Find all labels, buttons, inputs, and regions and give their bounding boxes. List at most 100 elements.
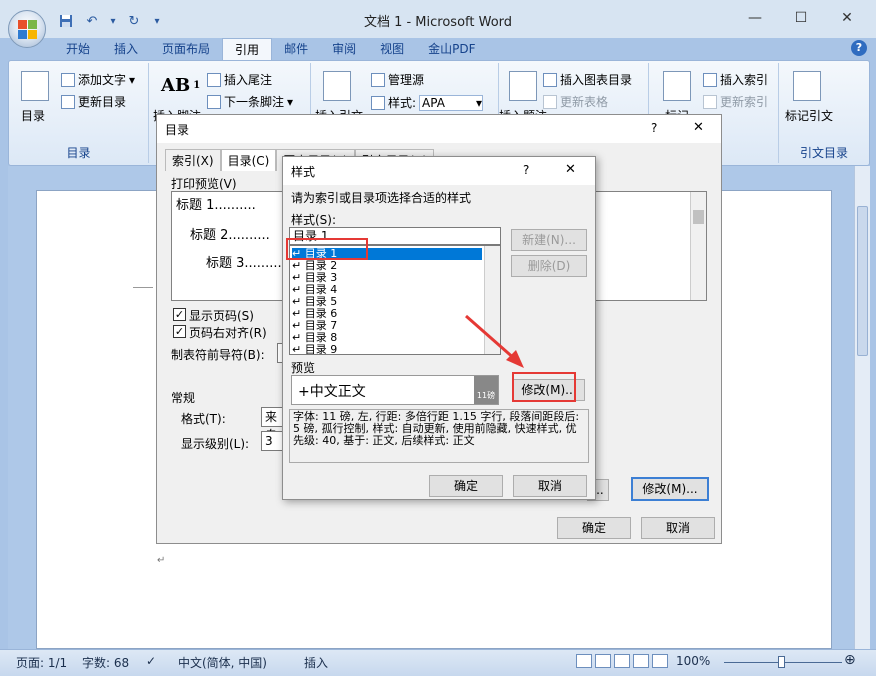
style-item-toc9[interactable]: ↵ 目录 9 [292, 344, 337, 355]
toc-ok-button[interactable]: 确定 [557, 517, 631, 539]
update-toc-icon [61, 94, 75, 109]
style-ok-button[interactable]: 确定 [429, 475, 503, 497]
tab-home[interactable]: 开始 [54, 38, 102, 60]
office-button[interactable] [8, 10, 46, 48]
word-count[interactable]: 字数: 68 [82, 654, 129, 671]
insert-endnote-button[interactable]: 插入尾注 [207, 71, 272, 88]
insert-mode[interactable]: 插入 [304, 654, 328, 671]
toc-icon [21, 71, 49, 101]
add-text-button[interactable]: 添加文字 ▾ [61, 71, 135, 88]
citation-toc-group: 标记引文 引文目录 [779, 63, 869, 163]
show-page-numbers-label: 显示页码(S) [189, 309, 254, 323]
watermark-url: jingyan.baidu.com [712, 630, 805, 641]
tab-toc[interactable]: 目录(C) [220, 149, 277, 171]
citation-style-selector: 样式: APA ▾ [371, 94, 484, 111]
style-dialog: 样式 ? ✕ 请为索引或目录项选择合适的样式 样式(S): 目录 1 ↵ 目录 … [282, 156, 596, 500]
language-indicator[interactable]: 中文(简体, 中国) [178, 654, 267, 671]
mark-citation-icon [793, 71, 821, 101]
highlight-selected-style [286, 238, 368, 260]
insert-index-button[interactable]: 插入索引 [703, 71, 768, 88]
style-help-button[interactable]: ? [523, 163, 529, 177]
update-index-button[interactable]: 更新索引 [703, 93, 768, 110]
next-footnote-button[interactable]: 下一条脚注 ▾ [207, 93, 293, 110]
status-bar: 页面: 1/1 字数: 68 ✓ 中文(简体, 中国) 插入 100% ⊕ [0, 649, 876, 676]
show-page-numbers-checkbox[interactable]: ✓ [173, 308, 186, 321]
tab-review[interactable]: 审阅 [320, 38, 368, 60]
tab-insert[interactable]: 插入 [102, 38, 150, 60]
style-icon [371, 95, 385, 110]
maximize-button[interactable]: ☐ [786, 8, 816, 28]
zoom-in-icon[interactable]: ⊕ [844, 652, 856, 668]
manage-sources-button[interactable]: 管理源 [371, 71, 424, 88]
mark-entry-icon [663, 71, 691, 101]
add-text-icon [61, 72, 75, 87]
style-preview-box: +中文正文 11磅 [291, 375, 499, 405]
tab-index[interactable]: 索引(X) [165, 149, 221, 171]
preview-scroll-thumb[interactable] [693, 210, 704, 224]
update-toc-button[interactable]: 更新目录 [61, 93, 126, 110]
style-preview-size: 11磅 [474, 376, 498, 404]
general-label: 常规 [171, 391, 196, 405]
tab-page-layout[interactable]: 页面布局 [150, 38, 222, 60]
style-instruction: 请为索引或目录项选择合适的样式 [291, 191, 472, 205]
footnote-icon: AB 1 [161, 75, 201, 96]
tab-view[interactable]: 视图 [368, 38, 416, 60]
next-footnote-icon [207, 94, 221, 109]
preview-heading-2: 标题 2.......... [190, 228, 270, 243]
update-table-icon [543, 94, 557, 109]
proofing-icon[interactable]: ✓ [146, 654, 156, 668]
page-count[interactable]: 页面: 1/1 [16, 654, 67, 671]
style-dialog-title: 样式 [291, 165, 316, 179]
minimize-button[interactable]: — [740, 8, 770, 28]
view-buttons [576, 654, 668, 668]
style-description: 字体: 11 磅, 左, 行距: 多倍行距 1.15 字行, 段落间距段后: 5… [289, 409, 589, 463]
show-levels-label: 显示级别(L): [181, 437, 250, 451]
style-cancel-button[interactable]: 取消 [513, 475, 587, 497]
tab-kingsoft-pdf[interactable]: 金山PDF [416, 38, 487, 60]
zoom-level[interactable]: 100% [676, 654, 710, 668]
right-align-checkbox[interactable]: ✓ [173, 325, 186, 338]
delete-style-button[interactable]: 删除(D) [511, 255, 587, 277]
styles-label: 样式(S): [291, 213, 337, 227]
insert-table-of-figures-button[interactable]: 插入图表目录 [543, 71, 632, 88]
toc-modify-button[interactable]: 修改(M)... [631, 477, 709, 501]
preview-heading-3: 标题 3.......... [206, 256, 286, 271]
preview-scrollbar[interactable] [690, 192, 706, 300]
print-layout-view-icon[interactable] [576, 654, 592, 668]
tab-mailings[interactable]: 邮件 [272, 38, 320, 60]
toc-dialog-title: 目录 [165, 123, 190, 137]
citation-style-dropdown[interactable]: APA ▾ [419, 94, 484, 111]
full-screen-view-icon[interactable] [595, 654, 611, 668]
new-style-button[interactable]: 新建(N)... [511, 229, 587, 251]
outline-view-icon[interactable] [633, 654, 649, 668]
zoom-slider-thumb[interactable] [778, 656, 785, 668]
mark-citation-button[interactable]: 标记引文 [785, 107, 833, 124]
print-preview-label: 打印预览(V) [171, 177, 237, 191]
toc-close-button[interactable]: ✕ [693, 120, 704, 135]
caption-icon [509, 71, 537, 101]
zoom-slider[interactable]: ⊕ [716, 652, 866, 670]
preview-heading-1: 标题 1.......... [176, 198, 256, 213]
office-logo-icon [18, 20, 38, 40]
close-button[interactable]: ✕ [832, 8, 862, 28]
endnote-icon [207, 72, 221, 87]
red-arrow-icon [465, 314, 524, 368]
formats-label: 格式(T): [181, 412, 226, 426]
toc-button[interactable]: 目录 [21, 107, 45, 124]
toc-help-button[interactable]: ? [651, 121, 657, 135]
ribbon-tabs: 开始 插入 页面布局 引用 邮件 审阅 视图 金山PDF [54, 38, 488, 60]
toc-group: 目录 添加文字 ▾ 更新目录 目录 [9, 63, 149, 163]
highlight-modify-button [512, 372, 576, 402]
web-layout-view-icon[interactable] [614, 654, 630, 668]
help-icon[interactable]: ? [851, 40, 867, 56]
toc-cancel-button[interactable]: 取消 [641, 517, 715, 539]
update-table-button[interactable]: 更新表格 [543, 93, 608, 110]
style-close-button[interactable]: ✕ [565, 162, 576, 177]
citation-toc-group-label: 引文目录 [799, 146, 848, 160]
draft-view-icon[interactable] [652, 654, 668, 668]
style-preview-text: +中文正文 [298, 384, 366, 400]
vertical-scrollbar[interactable] [854, 166, 870, 649]
tab-references[interactable]: 引用 [222, 38, 273, 60]
margin-mark [133, 287, 153, 288]
scrollbar-thumb[interactable] [857, 206, 868, 356]
